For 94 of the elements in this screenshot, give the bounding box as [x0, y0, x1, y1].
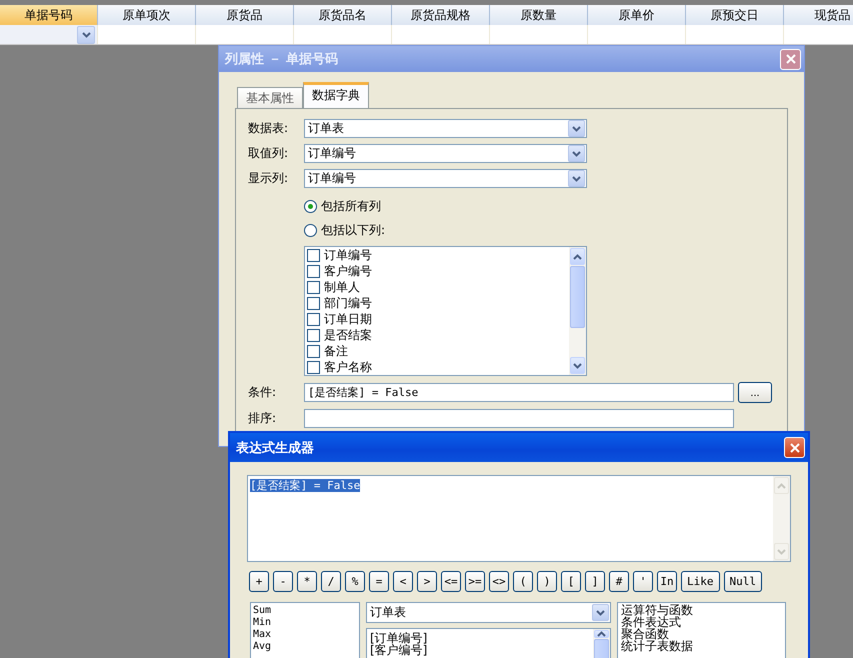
function-item[interactable]: Min: [253, 617, 357, 629]
operator-button[interactable]: ': [633, 571, 653, 592]
category-item[interactable]: 聚合函数: [621, 628, 782, 640]
operator-button[interactable]: <>: [489, 571, 509, 592]
category-item[interactable]: 运算符与函数: [621, 604, 782, 616]
field-label: 显示列:: [248, 170, 290, 187]
column-header[interactable]: 现货品: [784, 5, 853, 25]
checklist-item[interactable]: 订单日期: [305, 311, 569, 327]
browse-button[interactable]: ...: [738, 382, 772, 403]
operator-button[interactable]: In: [657, 571, 677, 592]
column-checklist[interactable]: 订单编号 客户编号 制单人 部门编号 订单日期 是否结案 备注 客户名称: [304, 246, 587, 376]
checklist-item[interactable]: 制单人: [305, 279, 569, 295]
operator-button[interactable]: <=: [441, 571, 461, 592]
dropdown[interactable]: 订单编号: [304, 169, 587, 188]
operator-button[interactable]: +: [249, 571, 269, 592]
column-header[interactable]: 原货品规格: [392, 5, 490, 25]
function-item[interactable]: Sum: [253, 605, 357, 617]
operator-button[interactable]: Null: [724, 571, 762, 592]
operator-button[interactable]: -: [273, 571, 293, 592]
category-list[interactable]: 运算符与函数 条件表达式 聚合函数 统计子表数据: [617, 602, 786, 658]
checkbox[interactable]: [307, 360, 320, 374]
column-header[interactable]: 原单价: [588, 5, 686, 25]
condition-field[interactable]: [是否结案] = False: [304, 383, 734, 402]
operator-button[interactable]: =: [369, 571, 389, 592]
dropdown[interactable]: 订单表: [304, 119, 587, 138]
window-title: 表达式生成器: [236, 440, 314, 456]
checkbox[interactable]: [307, 312, 320, 326]
column-header[interactable]: 原预交日: [686, 5, 784, 25]
radio-button[interactable]: [304, 224, 317, 236]
checklist-item[interactable]: 客户名称: [305, 359, 569, 375]
operator-button[interactable]: /: [321, 571, 341, 592]
function-list[interactable]: Sum Min Max Avg: [250, 602, 360, 658]
window-title: 列属性 － 单据号码: [225, 51, 338, 68]
radio-option[interactable]: 包括以下列:: [304, 218, 787, 242]
chevron-down-icon: [572, 126, 581, 132]
field-item[interactable]: [订单编号]: [370, 632, 590, 644]
checklist-item[interactable]: 部门编号: [305, 295, 569, 311]
chevron-down-icon: [572, 150, 581, 156]
category-item[interactable]: 统计子表数据: [621, 640, 782, 652]
field-label: 数据表:: [248, 120, 290, 137]
sort-field[interactable]: [304, 409, 734, 428]
operator-button[interactable]: #: [609, 571, 629, 592]
field-label: 排序:: [248, 410, 278, 427]
checkbox[interactable]: [307, 296, 320, 310]
chevron-down-icon: [596, 610, 605, 616]
scrollbar[interactable]: [773, 476, 790, 561]
checklist-item[interactable]: 客户编号: [305, 263, 569, 279]
checklist-item[interactable]: 是否结案: [305, 327, 569, 343]
checkbox[interactable]: [307, 280, 320, 294]
operator-button[interactable]: <: [393, 571, 413, 592]
column-header[interactable]: 单据号码: [0, 5, 98, 25]
field-label: 条件:: [248, 384, 278, 401]
operator-button[interactable]: [: [561, 571, 581, 592]
column-header[interactable]: 原数量: [490, 5, 588, 25]
close-button[interactable]: [780, 48, 801, 70]
close-icon: [784, 53, 796, 65]
table-dropdown[interactable]: 订单表: [366, 602, 611, 623]
checklist-item[interactable]: 备注: [305, 343, 569, 359]
tab[interactable]: 数据字典: [303, 82, 369, 108]
close-button[interactable]: [784, 437, 805, 458]
expression-editor[interactable]: [是否结案] = False: [247, 475, 791, 562]
field-label: 取值列:: [248, 145, 290, 162]
radio-button[interactable]: [304, 200, 317, 212]
column-header[interactable]: 原单项次: [98, 5, 196, 25]
chevron-down-icon: [572, 176, 581, 182]
function-item[interactable]: Max: [253, 629, 357, 641]
operator-button[interactable]: ): [537, 571, 557, 592]
operator-button[interactable]: >=: [465, 571, 485, 592]
dropdown[interactable]: 订单编号: [304, 144, 587, 163]
checkbox[interactable]: [307, 264, 320, 278]
checklist-item[interactable]: 订单编号: [305, 247, 569, 263]
checkbox[interactable]: [307, 248, 320, 262]
operator-button[interactable]: %: [345, 571, 365, 592]
operator-button[interactable]: (: [513, 571, 533, 592]
tab[interactable]: 基本属性: [237, 87, 303, 108]
field-list[interactable]: [订单编号] [客户编号]: [366, 628, 611, 658]
category-item[interactable]: 条件表达式: [621, 616, 782, 628]
column-header[interactable]: 原货品: [196, 5, 294, 25]
close-icon: [788, 442, 800, 454]
field-item[interactable]: [客户编号]: [370, 644, 590, 656]
radio-option[interactable]: 包括所有列: [304, 194, 787, 218]
checkbox[interactable]: [307, 344, 320, 358]
function-item[interactable]: Avg: [253, 641, 357, 653]
operator-button[interactable]: *: [297, 571, 317, 592]
scrollbar[interactable]: [569, 247, 586, 375]
operator-button[interactable]: >: [417, 571, 437, 592]
operator-button[interactable]: Like: [681, 571, 720, 592]
column-header[interactable]: 原货品名: [294, 5, 392, 25]
operator-button[interactable]: ]: [585, 571, 605, 592]
chevron-down-icon: [82, 32, 90, 38]
filter-cell[interactable]: [0, 25, 98, 44]
checkbox[interactable]: [307, 328, 320, 342]
dropdown-button[interactable]: [77, 26, 95, 44]
expression-text: [是否结案] = False: [250, 479, 360, 492]
